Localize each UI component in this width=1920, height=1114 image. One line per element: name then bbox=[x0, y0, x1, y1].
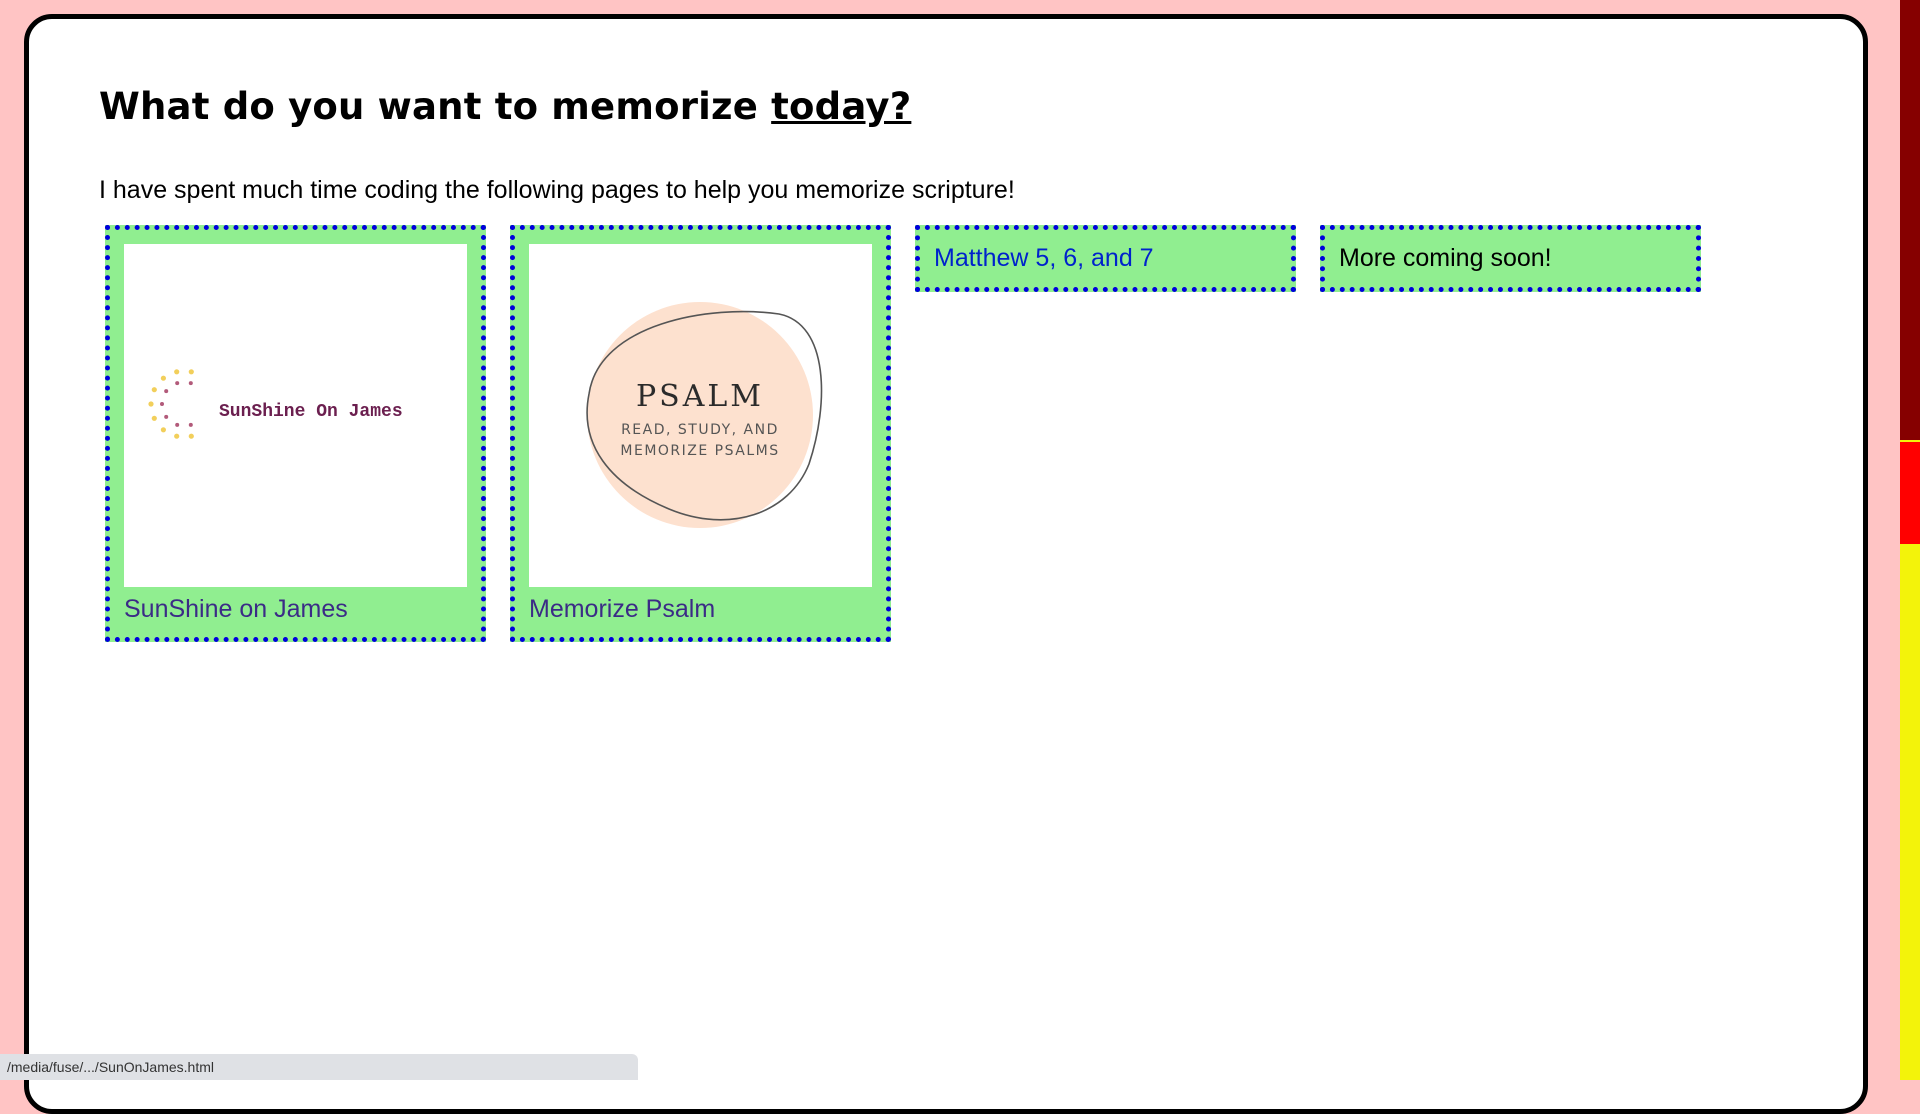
matthew-link[interactable]: Matthew 5, 6, and 7 bbox=[934, 244, 1154, 273]
sun-dot bbox=[164, 389, 169, 394]
intro-text: I have spent much time coding the follow… bbox=[99, 176, 1015, 204]
sun-dot bbox=[164, 414, 169, 419]
tile-label-psalm[interactable]: Memorize Psalm bbox=[529, 595, 715, 624]
heading-today: today? bbox=[771, 85, 912, 128]
tile-label-sunshine[interactable]: SunShine on James bbox=[124, 595, 348, 624]
sun-dot bbox=[175, 381, 180, 386]
status-bar-url: /media/fuse/.../SunOnJames.html bbox=[0, 1054, 638, 1080]
heading-text: What do you want to memorize bbox=[99, 85, 772, 128]
psalm-logo-title: PSALM bbox=[636, 379, 764, 414]
sun-dot bbox=[160, 427, 166, 433]
sun-dot bbox=[160, 402, 164, 406]
sun-dot bbox=[188, 369, 194, 375]
scrollbar-track-upper bbox=[1900, 0, 1920, 440]
tile-matthew[interactable]: Matthew 5, 6, and 7 bbox=[915, 225, 1296, 292]
tile-memorize-psalm[interactable]: PSALM READ, STUDY, AND MEMORIZE PSALMS M… bbox=[510, 225, 891, 642]
sun-dot bbox=[174, 433, 180, 439]
sun-dots-icon: SunShine On James bbox=[148, 369, 403, 439]
sunshine-logo-text: SunShine On James bbox=[219, 402, 403, 422]
psalm-circle-icon: PSALM READ, STUDY, AND MEMORIZE PSALMS bbox=[586, 302, 823, 528]
sun-dot bbox=[175, 422, 180, 427]
scrollbar-thumb[interactable] bbox=[1900, 442, 1920, 544]
sun-dot bbox=[188, 381, 193, 386]
scrollbar[interactable] bbox=[1900, 0, 1920, 1080]
psalm-logo-image[interactable]: PSALM READ, STUDY, AND MEMORIZE PSALMS bbox=[529, 244, 872, 587]
tile-sunshine-on-james[interactable]: SunShine On James SunShine on James bbox=[105, 225, 486, 642]
psalm-logo-line1: READ, STUDY, AND bbox=[621, 422, 779, 438]
sun-dot bbox=[188, 433, 194, 439]
tile-more-coming-soon: More coming soon! bbox=[1320, 225, 1701, 292]
sun-dot bbox=[188, 422, 193, 427]
page-heading: What do you want to memorize today? bbox=[99, 85, 911, 128]
sun-dot bbox=[151, 387, 157, 393]
more-coming-soon-text: More coming soon! bbox=[1339, 244, 1552, 272]
sun-dot bbox=[174, 369, 180, 375]
sun-dot bbox=[151, 415, 157, 421]
psalm-logo-line2: MEMORIZE PSALMS bbox=[620, 443, 779, 459]
sun-dot bbox=[160, 375, 166, 381]
sunshine-logo-image[interactable]: SunShine On James bbox=[124, 244, 467, 587]
sun-dot bbox=[148, 401, 154, 407]
